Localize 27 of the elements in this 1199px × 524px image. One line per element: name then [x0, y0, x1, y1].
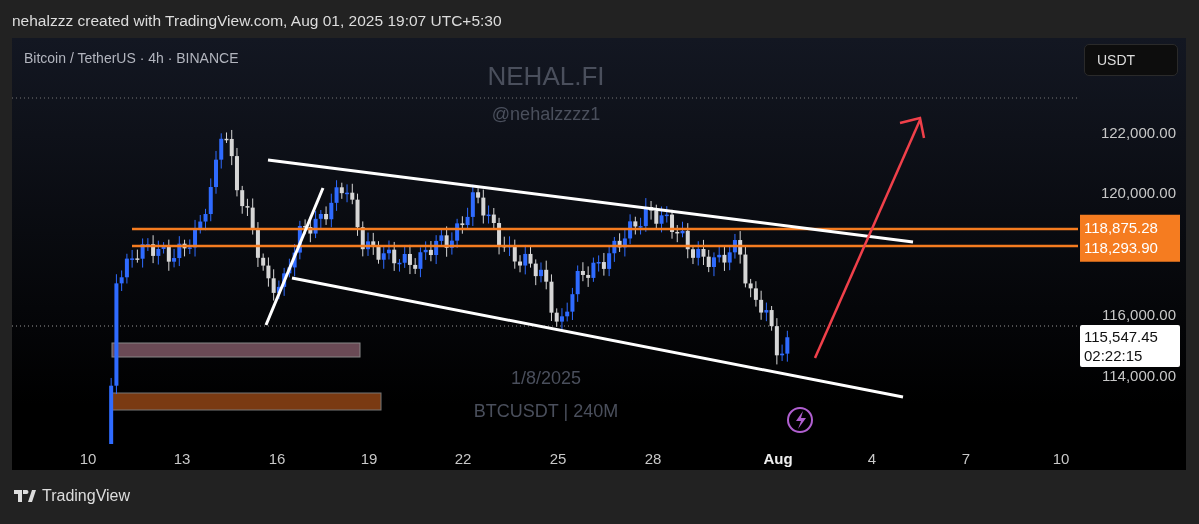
price-axis-label: 116,000.00 [1102, 304, 1176, 325]
brand-name: TradingView [42, 486, 131, 506]
price-axis-label: 114,000.00 [1102, 365, 1176, 386]
symbol-title: Bitcoin / TetherUS · 4h · BINANCE [24, 49, 239, 68]
countdown-label: 02:22:15 [1084, 346, 1144, 365]
price-axis-label: 122,000.00 [1100, 122, 1176, 143]
time-axis-label: 25 [549, 449, 567, 469]
watermark-ticker: BTCUSDT | 240M [473, 400, 619, 423]
time-axis-label: Aug [763, 449, 793, 469]
watermark-handle: @nehalzzzz1 [491, 103, 601, 126]
time-axis-label: 19 [360, 449, 378, 469]
time-axis-label: 4 [867, 449, 877, 469]
tradingview-logo-icon [14, 490, 36, 502]
watermark-date: 1/8/2025 [510, 367, 582, 390]
time-axis-label: 28 [644, 449, 662, 469]
time-axis-label: 7 [961, 449, 971, 469]
time-axis-label: 10 [1052, 449, 1070, 469]
watermark-title: NEHAL.FI [487, 60, 605, 93]
last-price-label: 115,547.45 [1084, 327, 1159, 346]
time-axis-label: 16 [268, 449, 286, 469]
time-axis-label: 13 [173, 449, 191, 469]
header-text: nehalzzz created with TradingView.com, Aug 01, 2025 19:07 UTC+5:30 [11, 11, 503, 31]
price-axis-label: 120,000.00 [1100, 182, 1176, 203]
time-axis-label: 22 [454, 449, 472, 469]
time-axis-label: 10 [79, 449, 97, 469]
currency-button[interactable]: USDT [1084, 44, 1178, 76]
lightning-icon[interactable] [787, 407, 813, 433]
